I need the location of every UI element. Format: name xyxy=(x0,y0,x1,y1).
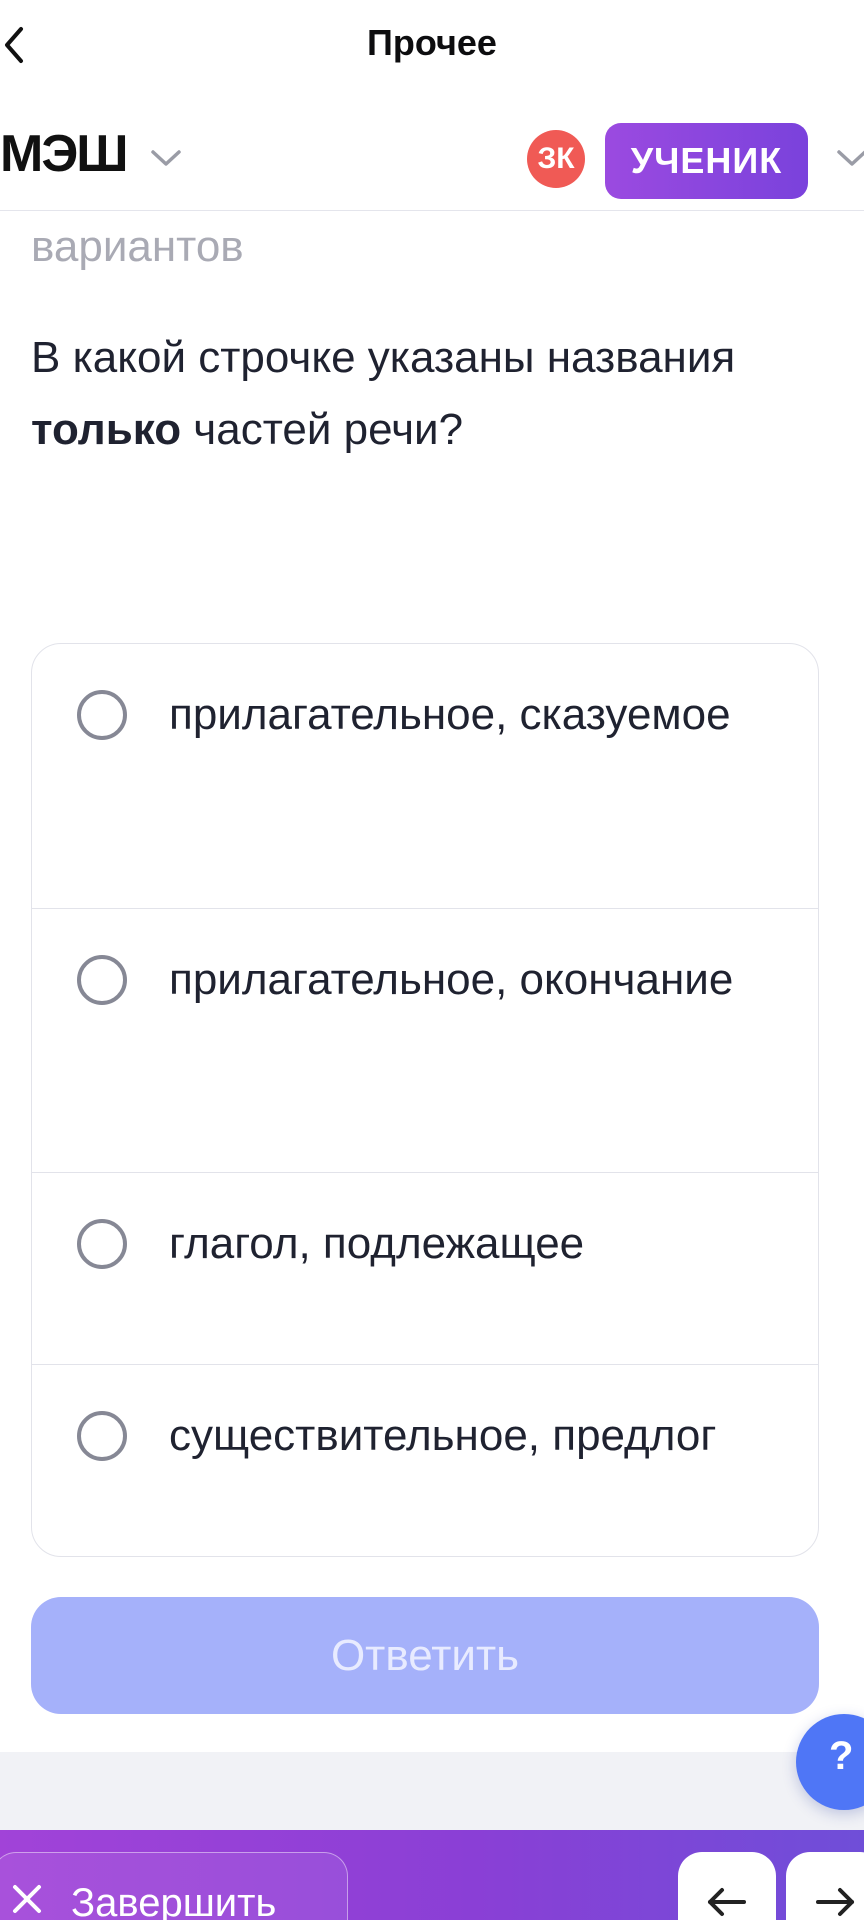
radio-button-icon[interactable] xyxy=(77,690,127,740)
previous-question-button[interactable] xyxy=(678,1852,776,1920)
close-icon xyxy=(13,1885,41,1913)
arrow-left-icon xyxy=(708,1888,746,1916)
answer-option[interactable]: прилагательное, сказуемое xyxy=(32,644,818,908)
brand-chevron-down-icon[interactable] xyxy=(150,148,182,168)
avatar[interactable]: ЗК xyxy=(527,130,585,188)
submit-answer-button[interactable]: Ответить xyxy=(31,1597,819,1714)
radio-button-icon[interactable] xyxy=(77,955,127,1005)
answer-options-list: прилагательное, сказуемое прилагательное… xyxy=(31,643,819,1557)
brand-logo: МЭШ xyxy=(0,125,129,183)
answer-option[interactable]: глагол, подлежащее xyxy=(32,1172,818,1365)
answer-option[interactable]: существительное, предлог xyxy=(32,1364,818,1556)
finish-button[interactable]: Завершить xyxy=(0,1852,348,1920)
question-text-emphasis: только xyxy=(31,405,182,454)
question-text-end: частей речи? xyxy=(181,405,464,454)
answer-option-label: глагол, подлежащее xyxy=(169,1219,585,1268)
arrow-right-icon xyxy=(816,1888,854,1916)
answer-option-label: прилагательное, сказуемое xyxy=(169,690,731,739)
scrolled-instruction-text: вариантов xyxy=(31,222,244,271)
answer-option[interactable]: прилагательное, окончание xyxy=(32,908,818,1173)
bottom-action-bar: Завершить xyxy=(0,1830,864,1920)
answer-option-label: существительное, предлог xyxy=(169,1411,717,1460)
answer-option-label: прилагательное, окончание xyxy=(169,955,734,1004)
question-text: В какой строчке указаны названия только … xyxy=(31,322,841,466)
finish-button-label: Завершить xyxy=(71,1881,277,1920)
role-chevron-down-icon[interactable] xyxy=(836,148,864,168)
top-nav-bar: Прочее xyxy=(0,0,864,92)
content-card-edge xyxy=(0,1730,864,1752)
page-background-band xyxy=(0,1752,864,1830)
app-header: МЭШ ЗК УЧЕНИК xyxy=(0,100,864,211)
radio-button-icon[interactable] xyxy=(77,1219,127,1269)
page-title: Прочее xyxy=(367,22,497,63)
question-text-start: В какой строчке указаны названия xyxy=(31,333,736,382)
radio-button-icon[interactable] xyxy=(77,1411,127,1461)
next-question-button[interactable] xyxy=(786,1852,864,1920)
role-badge-button[interactable]: УЧЕНИК xyxy=(605,123,808,199)
